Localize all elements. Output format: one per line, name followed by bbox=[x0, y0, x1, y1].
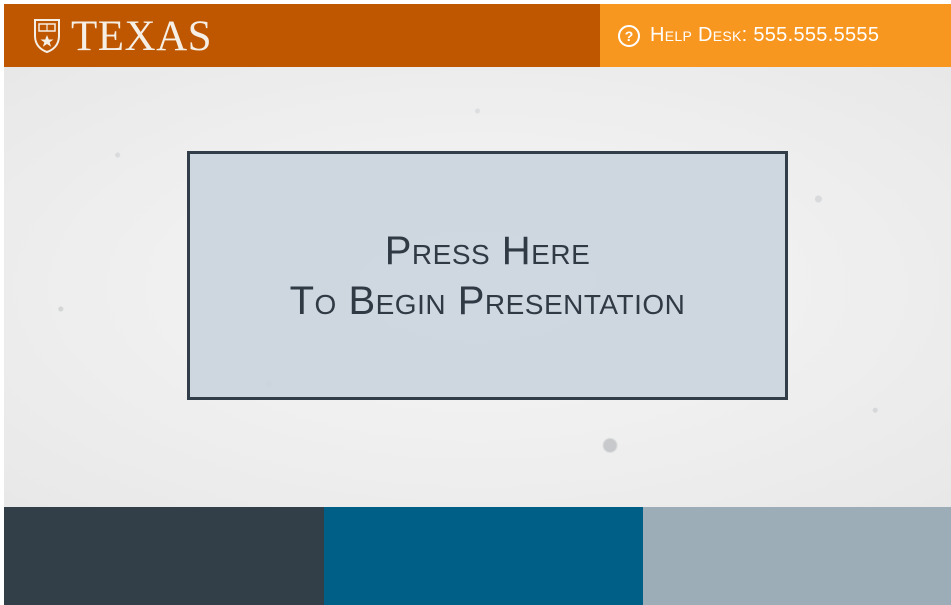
help-desk-bar[interactable]: ? Help Desk: 555.555.5555 bbox=[600, 4, 951, 67]
question-circle-icon: ? bbox=[618, 24, 640, 47]
footer-bar-charcoal[interactable] bbox=[4, 507, 324, 605]
help-desk-label: Help Desk: 555.555.5555 bbox=[650, 24, 880, 46]
presentation-start-screen: TEXAS ? Help Desk: 555.555.5555 Press He… bbox=[0, 0, 951, 605]
footer-bar-gray[interactable] bbox=[643, 507, 951, 605]
begin-button-line-1: Press Here bbox=[384, 228, 591, 273]
footer-bar-blue[interactable] bbox=[324, 507, 643, 605]
brand-bar: TEXAS bbox=[4, 4, 600, 67]
footer-color-bars bbox=[4, 507, 951, 605]
begin-presentation-button[interactable]: Press Here To Begin Presentation bbox=[187, 151, 788, 400]
brand-wordmark: TEXAS bbox=[71, 13, 213, 60]
header: TEXAS ? Help Desk: 555.555.5555 bbox=[4, 4, 951, 67]
begin-button-line-2: To Begin Presentation bbox=[289, 278, 686, 323]
university-seal-icon bbox=[33, 18, 61, 54]
